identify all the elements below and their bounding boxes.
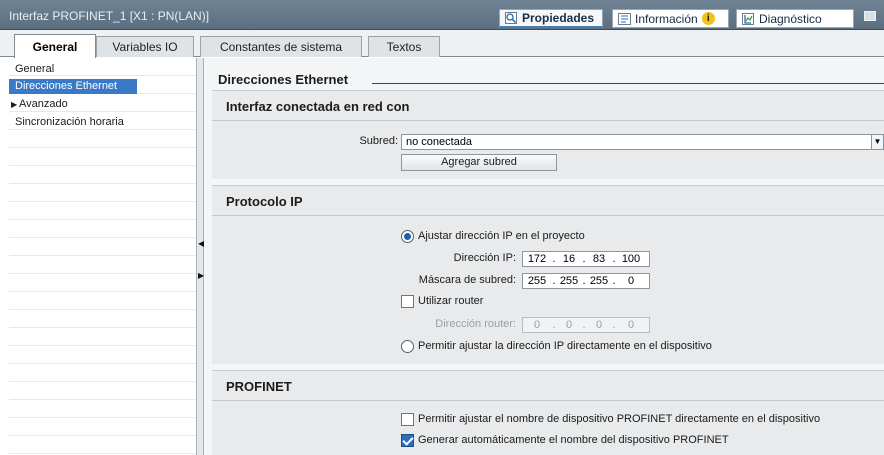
profinet-title: PROFINET [226,379,292,394]
allow-device-name-label: Permitir ajustar el nombre de dispositiv… [418,413,821,425]
nav-item-general[interactable]: General [9,62,54,77]
router-address-field[interactable]: 0. 0. 0. 0 [522,317,650,333]
network-panel-title: Interfaz conectada en red con [226,99,410,114]
set-ip-in-project-radio[interactable] [401,230,414,243]
device-ip-label: Permitir ajustar la dirección IP directa… [418,340,712,352]
add-subnet-button[interactable]: Agregar subred [401,154,557,171]
properties-content: Direcciones Ethernet Interfaz conectada … [204,58,884,455]
subnet-value: no conectada [406,136,473,148]
panel-divider [212,120,884,121]
router-octet-4: 0 [627,319,635,331]
subnet-label: Subred: [359,135,398,147]
info-icon: i [701,12,715,25]
tabs-row: General Variables IO Constantes de siste… [0,30,884,58]
float-window-icon[interactable] [864,11,876,21]
mask-octet-3: 255 [589,275,609,287]
panel-divider [212,400,884,401]
router-octet-2: 0 [565,319,573,331]
properties-icon [504,12,518,25]
info-list-icon [617,12,631,25]
router-octet-1: 0 [533,319,541,331]
subnet-mask-field[interactable]: 255. 255. 255. 0 [522,273,650,289]
router-address-label: Dirección router: [435,318,516,330]
router-octet-3: 0 [595,319,603,331]
inspector-title-bar: Interfaz PROFINET_1 [X1 : PN(LAN)] Propi… [0,0,884,30]
mask-octet-4: 0 [627,275,635,287]
panel-divider [212,215,884,216]
diagnostics-icon [741,12,755,25]
mask-octet-2: 255 [559,275,579,287]
tab-properties-label: Propiedades [522,11,595,25]
ip-octet-3: 83 [592,253,606,265]
ip-protocol-panel: Protocolo IP Ajustar dirección IP en el … [212,185,884,364]
ip-address-label: Dirección IP: [453,252,516,264]
tab-general[interactable]: General [14,34,96,58]
ip-protocol-title: Protocolo IP [226,194,303,209]
panel-splitter[interactable]: ◀ ▶ [196,58,204,455]
ip-octet-2: 16 [562,253,576,265]
tab-system-constants[interactable]: Constantes de sistema [200,36,362,57]
expand-arrow-icon[interactable]: ▶ [11,97,17,112]
section-title-rule [372,83,884,84]
auto-generate-name-checkbox[interactable] [401,434,414,447]
tab-texts[interactable]: Textos [368,36,440,57]
use-router-label: Utilizar router [418,295,484,307]
network-panel: Interfaz conectada en red con Subred: no… [212,90,884,179]
subnet-select[interactable]: no conectada ▼ [401,134,884,150]
tab-diagnostics[interactable]: Diagnóstico [736,9,854,28]
nav-item-ethernet-addresses[interactable]: Direcciones Ethernet [9,79,137,94]
tab-io-variables[interactable]: Variables IO [96,36,194,57]
ip-octet-1: 172 [527,253,547,265]
chevron-down-icon[interactable]: ▼ [871,135,883,149]
nav-item-advanced-label: Avanzado [19,98,68,110]
use-router-checkbox[interactable] [401,295,414,308]
set-ip-in-project-label: Ajustar dirección IP en el proyecto [418,230,585,242]
device-ip-radio[interactable] [401,340,414,353]
tab-information-label: Información [635,11,698,26]
tab-information[interactable]: Información i [612,9,729,28]
tab-diagnostics-label: Diagnóstico [759,11,822,26]
subnet-mask-label: Máscara de subred: [418,274,516,286]
ip-octet-4: 100 [621,253,641,265]
left-navigation: General Direcciones Ethernet ▶ Avanzado … [9,58,196,455]
ip-address-field[interactable]: 172. 16. 83. 100 [522,251,650,267]
profinet-panel: PROFINET Permitir ajustar el nombre de d… [212,370,884,455]
nav-item-time-sync[interactable]: Sincronización horaria [9,115,124,130]
allow-device-name-checkbox[interactable] [401,413,414,426]
auto-generate-name-label: Generar automáticamente el nombre del di… [418,434,729,446]
tab-properties[interactable]: Propiedades [499,9,603,28]
mask-octet-1: 255 [527,275,547,287]
nav-item-advanced[interactable]: ▶ Avanzado [9,97,68,112]
section-title: Direcciones Ethernet [218,72,349,87]
window-title: Interfaz PROFINET_1 [X1 : PN(LAN)] [9,9,210,23]
